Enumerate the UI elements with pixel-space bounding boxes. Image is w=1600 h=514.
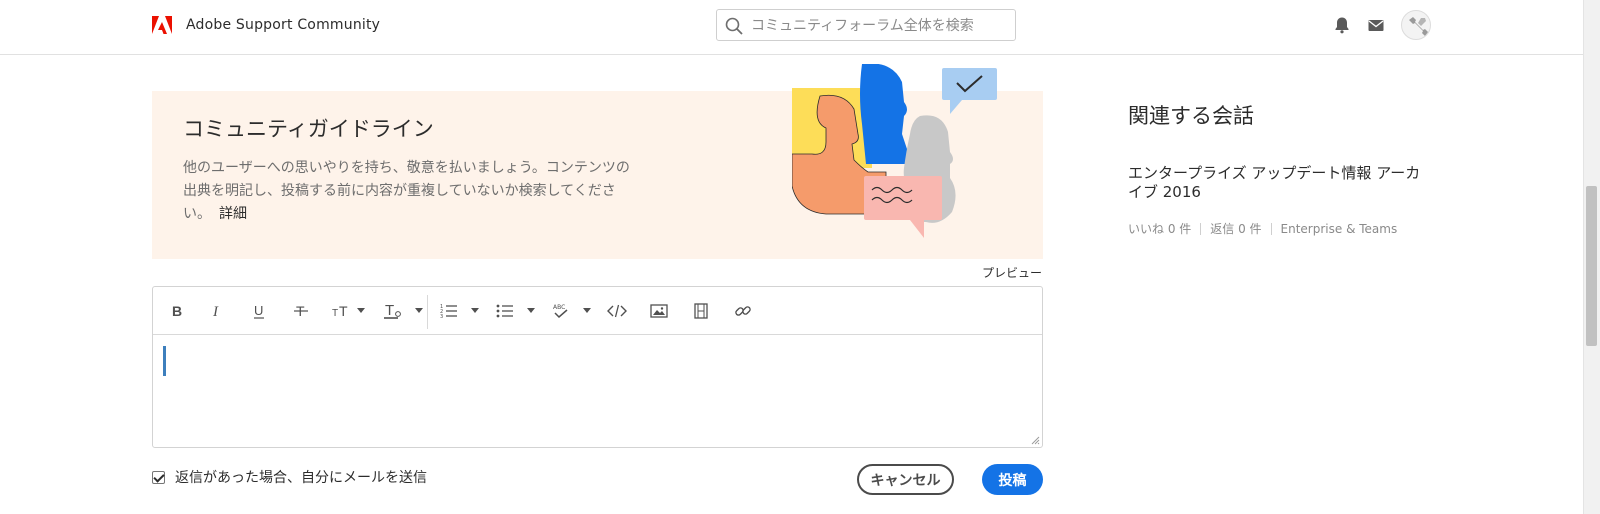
mail-icon[interactable] xyxy=(1367,16,1385,34)
insert-video-button[interactable] xyxy=(689,299,713,323)
underline-button[interactable]: U xyxy=(247,299,271,323)
scrollbar-thumb[interactable] xyxy=(1586,186,1597,346)
related-conversations-title: 関連する会話 xyxy=(1128,104,1254,128)
brand-name[interactable]: Adobe Support Community xyxy=(186,17,380,33)
search-box[interactable] xyxy=(716,9,1016,41)
spellcheck-icon: ABC xyxy=(553,304,568,319)
strikethrough-icon: T xyxy=(294,303,308,319)
meta-divider xyxy=(1270,222,1272,235)
adobe-logo-icon[interactable] xyxy=(152,16,172,34)
text-cursor xyxy=(163,346,166,376)
text-color-dropdown-icon[interactable] xyxy=(415,308,423,313)
svg-text:ABC: ABC xyxy=(553,304,565,311)
board-name[interactable]: Enterprise & Teams xyxy=(1281,222,1398,236)
guidelines-body: 他のユーザーへの思いやりを持ち、敬意を払いましょう。コンテンツの出典を明記し、投… xyxy=(183,160,630,222)
user-avatar[interactable] xyxy=(1401,10,1431,40)
email-notify-checkbox[interactable] xyxy=(152,470,165,484)
italic-icon: I xyxy=(212,304,219,319)
image-icon xyxy=(650,304,668,318)
numbered-list-button[interactable]: 123 xyxy=(437,299,461,323)
insert-image-button[interactable] xyxy=(647,299,671,323)
message-body-input[interactable] xyxy=(153,336,1042,447)
code-button[interactable] xyxy=(605,299,629,323)
svg-text:T: T xyxy=(332,308,338,319)
editor-toolbar: B I U T TT T 123 ABC xyxy=(153,287,1042,335)
toolbar-separator xyxy=(427,295,428,329)
guidelines-details-link[interactable]: 詳細 xyxy=(219,206,247,222)
replies-count: 返信 0 件 xyxy=(1210,222,1262,236)
bell-icon[interactable] xyxy=(1333,16,1351,34)
code-icon xyxy=(607,304,627,318)
numbered-list-icon: 123 xyxy=(440,304,457,319)
preview-link[interactable]: プレビュー xyxy=(982,264,1042,281)
insert-link-button[interactable] xyxy=(731,299,755,323)
community-illustration-icon xyxy=(792,64,997,238)
top-header: Adobe Support Community xyxy=(0,0,1583,55)
svg-text:3: 3 xyxy=(440,314,443,319)
font-size-icon: TT xyxy=(332,303,348,319)
underline-icon: U xyxy=(254,303,264,319)
svg-text:T: T xyxy=(339,303,348,319)
email-notify-option[interactable]: 返信があった場合、自分にメールを送信 xyxy=(152,467,427,487)
numbered-list-dropdown-icon[interactable] xyxy=(471,308,479,313)
svg-text:I: I xyxy=(212,304,219,319)
italic-button[interactable]: I xyxy=(205,299,229,323)
font-size-button[interactable]: TT xyxy=(331,299,355,323)
text-color-icon: T xyxy=(384,302,401,319)
svg-text:B: B xyxy=(172,303,182,319)
meta-divider xyxy=(1200,222,1202,235)
strikethrough-button[interactable]: T xyxy=(289,299,313,323)
guidelines-title: コミュニティガイドライン xyxy=(183,117,434,141)
resize-grip-icon[interactable] xyxy=(1030,435,1040,445)
wrench-icon xyxy=(1409,17,1428,36)
spellcheck-button[interactable]: ABC xyxy=(549,299,573,323)
spellcheck-dropdown-icon[interactable] xyxy=(583,308,591,313)
likes-count: いいね 0 件 xyxy=(1128,222,1192,236)
bold-button[interactable]: B xyxy=(165,299,189,323)
post-button[interactable]: 投稿 xyxy=(982,464,1043,495)
guidelines-text: 他のユーザーへの思いやりを持ち、敬意を払いましょう。コンテンツの出典を明記し、投… xyxy=(183,157,643,226)
svg-text:U: U xyxy=(254,303,263,318)
text-color-button[interactable]: T xyxy=(381,299,405,323)
related-conversation-link[interactable]: エンタープライズ アップデート情報 アーカイブ 2016 xyxy=(1128,164,1428,202)
bold-icon: B xyxy=(172,303,182,319)
cancel-button[interactable]: キャンセル xyxy=(857,464,954,495)
link-icon xyxy=(735,306,751,316)
reply-editor[interactable]: B I U T TT T 123 ABC xyxy=(152,286,1043,448)
font-size-dropdown-icon[interactable] xyxy=(357,308,365,313)
search-icon xyxy=(725,17,743,35)
svg-text:T: T xyxy=(385,302,394,319)
video-icon xyxy=(694,303,708,319)
bulleted-list-button[interactable] xyxy=(493,299,517,323)
related-conversation-meta: いいね 0 件 返信 0 件 Enterprise & Teams xyxy=(1128,220,1397,237)
bulleted-list-dropdown-icon[interactable] xyxy=(527,308,535,313)
bulleted-list-icon xyxy=(496,304,513,318)
search-input[interactable] xyxy=(751,14,1009,38)
email-notify-label: 返信があった場合、自分にメールを送信 xyxy=(175,470,427,486)
